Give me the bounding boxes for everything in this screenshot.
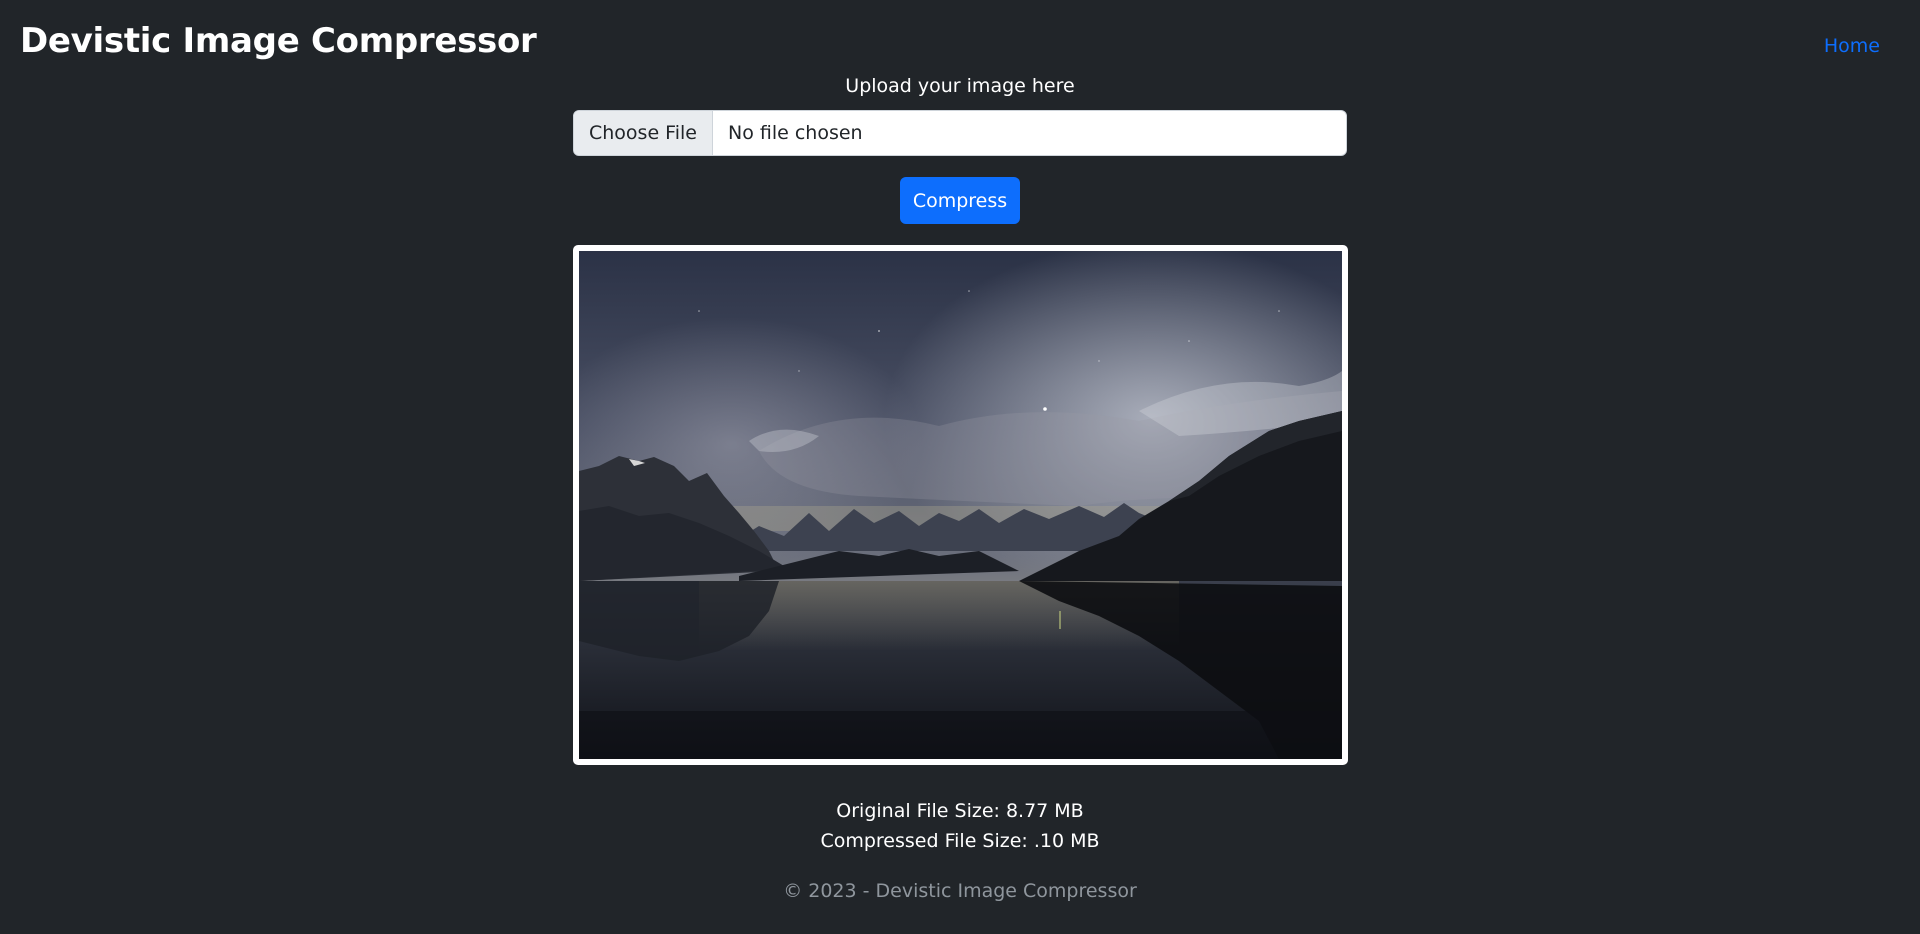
- brand-title[interactable]: Devistic Image Compressor: [20, 21, 537, 61]
- image-preview-frame: [573, 245, 1348, 765]
- compress-button[interactable]: Compress: [900, 177, 1020, 224]
- original-size-text: Original File Size: 8.77 MB: [836, 800, 1084, 822]
- compressed-size-text: Compressed File Size: .10 MB: [820, 830, 1100, 852]
- file-status-text: No file chosen: [727, 122, 863, 144]
- choose-file-button[interactable]: Choose File: [574, 111, 713, 155]
- footer-text: © 2023 - Devistic Image Compressor: [783, 880, 1137, 902]
- nav-home-link[interactable]: Home: [1824, 35, 1880, 57]
- landscape-photo: [579, 251, 1342, 759]
- navbar: Devistic Image Compressor Home: [0, 0, 1920, 80]
- file-input[interactable]: Choose File No file chosen: [573, 110, 1347, 156]
- upload-label: Upload your image here: [845, 75, 1075, 97]
